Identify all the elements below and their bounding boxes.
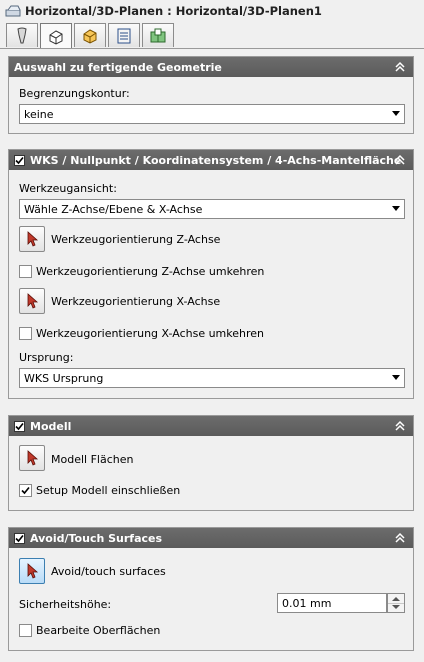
model-panel-title: Modell <box>30 419 72 433</box>
avoid-surfaces-button[interactable] <box>19 558 45 584</box>
wcs-panel: WKS / Nullpunkt / Koordinatensystem / 4-… <box>8 149 414 399</box>
origin-label: Ursprung: <box>19 351 74 364</box>
tool-view-dropdown[interactable]: Wähle Z-Achse/Ebene & X-Achse <box>19 199 405 219</box>
tool-icon <box>17 27 27 43</box>
collapse-icon[interactable] <box>393 531 407 545</box>
model-enable-checkbox[interactable] <box>14 420 25 432</box>
collapse-icon[interactable] <box>393 153 407 167</box>
stock-icon <box>83 28 97 44</box>
cursor-icon <box>27 293 39 309</box>
wcs-panel-title: WKS / Nullpunkt / Koordinatensystem / 4-… <box>30 153 402 167</box>
tab-bar <box>6 23 176 49</box>
decrement-icon[interactable] <box>392 605 400 609</box>
tab-links[interactable] <box>142 23 174 47</box>
tab-parameters[interactable] <box>108 23 140 47</box>
avoid-enable-checkbox[interactable] <box>14 532 25 544</box>
z-axis-select-button[interactable] <box>19 226 45 252</box>
tab-geometry[interactable] <box>40 23 72 49</box>
avoid-surfaces-label: Avoid/touch surfaces <box>51 565 166 578</box>
z-axis-flip-checkbox[interactable] <box>19 265 32 278</box>
checkmark-icon <box>21 486 30 495</box>
collapse-icon[interactable] <box>393 419 407 433</box>
tool-view-label: Werkzeugansicht: <box>19 182 117 195</box>
chevron-down-icon <box>392 111 400 116</box>
document-icon <box>5 5 21 17</box>
machine-surfaces-checkbox[interactable] <box>19 624 32 637</box>
cursor-icon <box>27 231 39 247</box>
include-setup-label: Setup Modell einschließen <box>36 484 181 497</box>
chevron-down-icon <box>392 206 400 211</box>
boundary-label: Begrenzungskontur: <box>19 87 130 100</box>
tab-tool[interactable] <box>6 23 38 47</box>
z-axis-flip-label: Werkzeugorientierung Z-Achse umkehren <box>36 265 265 278</box>
window-title: Horizontal/3D-Planen : Horizontal/3D-Pla… <box>25 4 322 18</box>
geometry-panel-title: Auswahl zu fertigende Geometrie <box>14 60 222 74</box>
title-bar: Horizontal/3D-Planen : Horizontal/3D-Pla… <box>0 0 424 22</box>
origin-dropdown[interactable]: WKS Ursprung <box>19 368 405 388</box>
wcs-panel-header[interactable]: WKS / Nullpunkt / Koordinatensystem / 4-… <box>9 150 413 170</box>
wcs-enable-checkbox[interactable] <box>14 154 25 166</box>
x-axis-select-button[interactable] <box>19 288 45 314</box>
model-surfaces-label: Modell Flächen <box>51 453 134 466</box>
tool-view-value: Wähle Z-Achse/Ebene & X-Achse <box>24 202 203 216</box>
x-axis-orientation-label: Werkzeugorientierung X-Achse <box>51 295 221 308</box>
links-icon <box>150 28 166 42</box>
x-axis-flip-checkbox[interactable] <box>19 327 32 340</box>
geometry-panel-header[interactable]: Auswahl zu fertigende Geometrie <box>9 57 413 77</box>
boundary-dropdown[interactable]: keine <box>19 104 405 124</box>
origin-value: WKS Ursprung <box>24 371 104 385</box>
cursor-icon <box>27 563 39 579</box>
geometry-panel: Auswahl zu fertigende Geometrie Begrenzu… <box>8 56 414 134</box>
parameters-icon <box>117 28 131 43</box>
collapse-icon[interactable] <box>393 60 407 74</box>
x-axis-flip-label: Werkzeugorientierung X-Achse umkehren <box>36 327 265 340</box>
z-axis-orientation-label: Werkzeugorientierung Z-Achse <box>51 233 221 246</box>
chevron-down-icon <box>392 375 400 380</box>
model-panel: Modell Modell Flächen Setup Modell einsc… <box>8 415 414 511</box>
geometry-icon <box>49 29 63 45</box>
safety-height-label: Sicherheitshöhe: <box>19 598 112 611</box>
avoid-panel: Avoid/Touch Surfaces Avoid/touch surface… <box>8 527 414 651</box>
model-surfaces-button[interactable] <box>19 445 45 471</box>
increment-icon[interactable] <box>392 597 400 601</box>
avoid-panel-header[interactable]: Avoid/Touch Surfaces <box>9 528 413 548</box>
cursor-icon <box>27 450 39 466</box>
safety-height-value: 0.01 mm <box>282 596 332 610</box>
safety-height-input[interactable]: 0.01 mm <box>277 593 387 613</box>
avoid-panel-title: Avoid/Touch Surfaces <box>30 531 163 545</box>
model-panel-header[interactable]: Modell <box>9 416 413 436</box>
safety-height-spinner[interactable] <box>387 593 405 613</box>
machine-surfaces-label: Bearbeite Oberflächen <box>36 624 161 637</box>
tab-divider <box>0 48 424 49</box>
include-setup-checkbox[interactable] <box>19 484 32 497</box>
boundary-value: keine <box>24 107 54 121</box>
tab-stock[interactable] <box>74 23 106 47</box>
